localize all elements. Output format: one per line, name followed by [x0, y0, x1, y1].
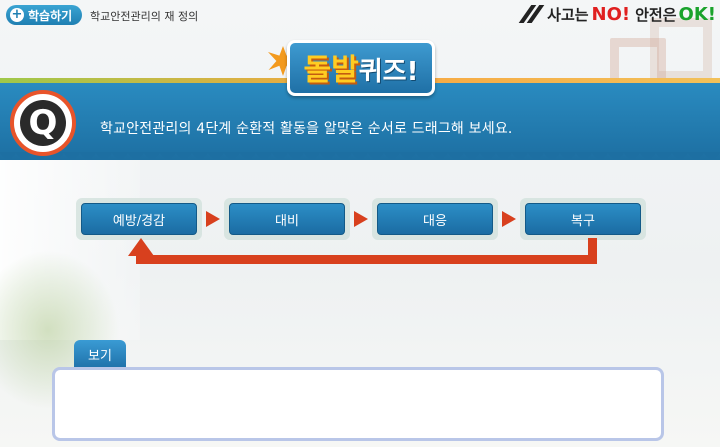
- quiz-title: 돌발퀴즈!: [266, 40, 456, 96]
- question-icon: Q: [10, 90, 76, 156]
- page-title: 학교안전관리의 재 정의: [90, 10, 199, 23]
- step-slot-1[interactable]: 예방/경감: [76, 198, 202, 240]
- step-recovery[interactable]: 복구: [525, 203, 641, 235]
- learn-button[interactable]: + 학습하기: [6, 5, 82, 25]
- slogan-ok: OK!: [678, 3, 716, 25]
- step-slot-4[interactable]: 복구: [520, 198, 646, 240]
- step-prevention[interactable]: 예방/경감: [81, 203, 197, 235]
- quiz-title-part-2: 퀴즈!: [358, 57, 419, 87]
- slogan-text-2: 안전은: [635, 5, 677, 24]
- step-response[interactable]: 대응: [377, 203, 493, 235]
- answer-tab: 보기: [74, 340, 126, 368]
- slogan: 사고는 NO! 안전은 OK!: [518, 2, 716, 26]
- step-slot-3[interactable]: 대응: [372, 198, 498, 240]
- cycle-arrow-horizontal: [136, 255, 597, 264]
- learn-label: 학습하기: [28, 8, 73, 23]
- arrow-right-icon: [206, 211, 220, 227]
- answer-drop-area[interactable]: [52, 367, 664, 441]
- step-preparedness[interactable]: 대비: [229, 203, 345, 235]
- quiz-title-badge: 돌발퀴즈!: [286, 40, 436, 96]
- question-icon-letter: Q: [20, 100, 66, 146]
- stripes-icon: [518, 5, 545, 23]
- arrow-right-icon: [502, 211, 516, 227]
- header: + 학습하기 학교안전관리의 재 정의 사고는 NO! 안전은 OK!: [0, 0, 720, 28]
- arrow-right-icon: [354, 211, 368, 227]
- slogan-text-1: 사고는: [547, 5, 589, 24]
- plus-icon: +: [10, 7, 24, 22]
- slogan-no: NO!: [591, 3, 631, 25]
- arrow-up-icon: [128, 238, 154, 256]
- step-slot-2[interactable]: 대비: [224, 198, 350, 240]
- band-wave: [0, 152, 720, 166]
- question-text: 학교안전관리의 4단계 순환적 활동을 알맞은 순서로 드래그해 보세요.: [100, 121, 513, 137]
- quiz-title-part-1: 돌발: [303, 53, 359, 88]
